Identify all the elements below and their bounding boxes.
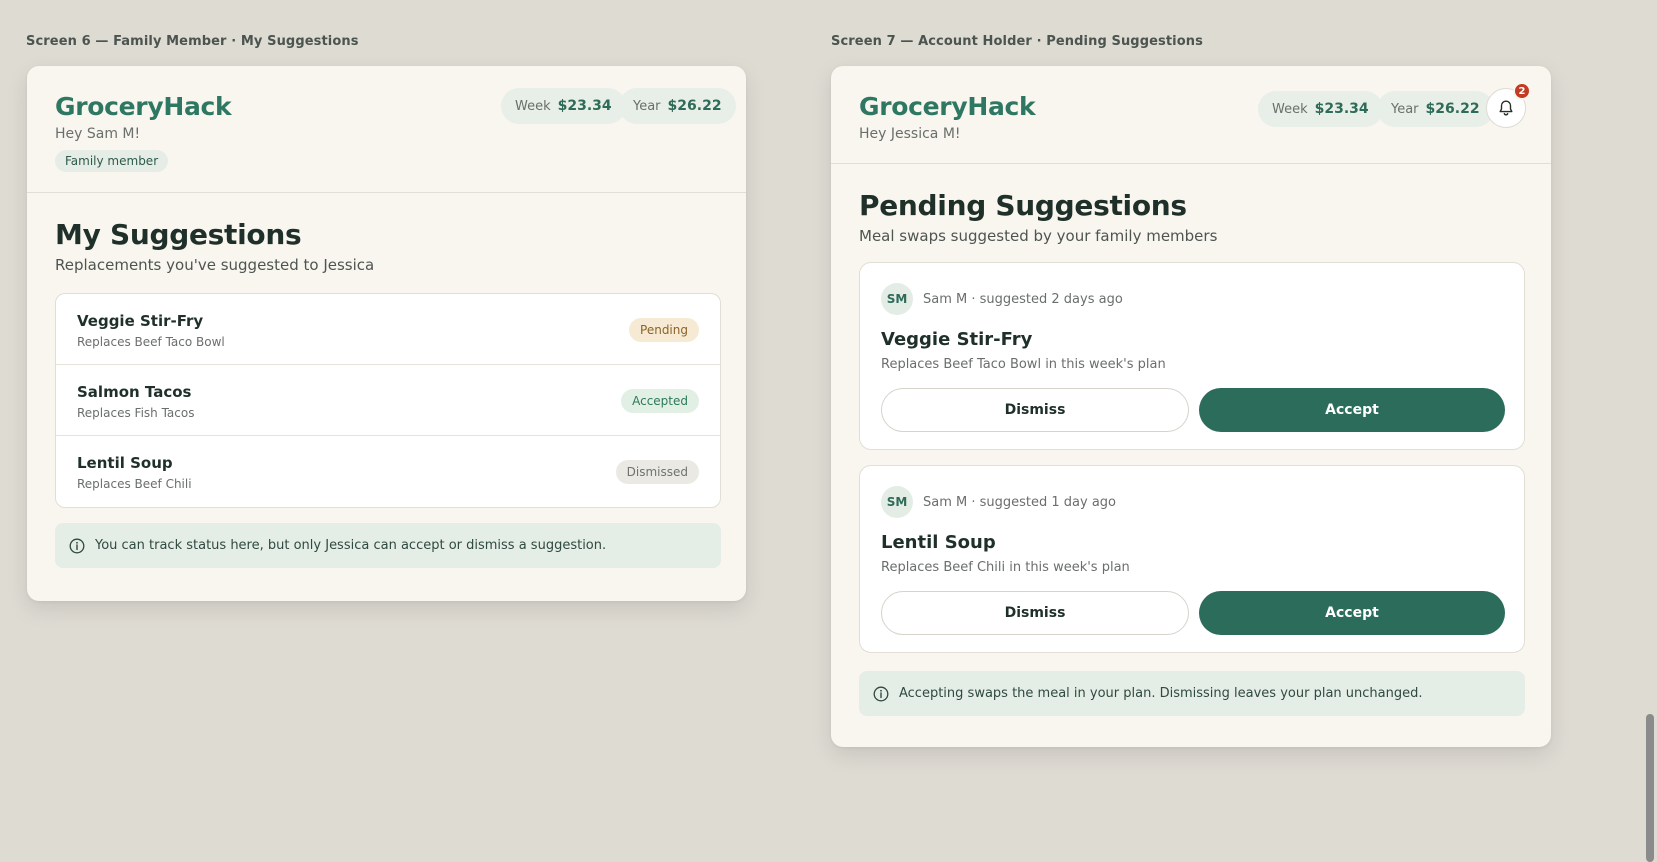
greeting: Hey Sam M! [55, 126, 141, 142]
dismiss-button[interactable]: Dismiss [881, 591, 1189, 635]
list-item: Veggie Stir-Fry Replaces Beef Taco Bowl … [56, 294, 720, 365]
year-label: Year [633, 98, 661, 114]
list-item: Salmon Tacos Replaces Fish Tacos Accepte… [56, 365, 720, 436]
suggestion-replaces: Replaces Beef Chili in this week's plan [881, 560, 1130, 575]
status-badge: Dismissed [615, 460, 699, 484]
page-subtitle: Meal swaps suggested by your family memb… [859, 227, 1218, 245]
info-circle-icon [69, 538, 85, 553]
week-value: $23.34 [557, 98, 612, 114]
suggestion-replaces: Replaces Beef Chili [77, 477, 192, 491]
screen7-label: Screen 7 — Account Holder · Pending Sugg… [831, 34, 1203, 49]
brand-logo: GroceryHack [859, 92, 1036, 121]
accept-button[interactable]: Accept [1199, 591, 1505, 635]
role-badge: Family member [55, 150, 169, 172]
screen6-label: Screen 6 — Family Member · My Suggestion… [26, 34, 359, 49]
info-banner: Accepting swaps the meal in your plan. D… [859, 671, 1525, 716]
suggestion-name: Lentil Soup [77, 454, 173, 472]
page-title: Pending Suggestions [859, 189, 1187, 222]
week-value: $23.34 [1314, 101, 1369, 117]
greeting: Hey Jessica M! [859, 126, 961, 142]
page-title: My Suggestions [55, 218, 302, 251]
suggestion-name: Veggie Stir-Fry [881, 329, 1033, 350]
app-header: GroceryHack Hey Sam M! Family member Wee… [27, 66, 746, 193]
suggestion-list: Veggie Stir-Fry Replaces Beef Taco Bowl … [55, 293, 721, 508]
scrollbar-track[interactable] [1643, 0, 1657, 862]
suggestion-name: Salmon Tacos [77, 383, 192, 401]
year-label: Year [1391, 101, 1419, 117]
accept-button[interactable]: Accept [1199, 388, 1505, 432]
bell-icon [1499, 100, 1513, 116]
week-label: Week [515, 98, 551, 114]
info-circle-icon [873, 686, 889, 701]
app-header: GroceryHack Hey Jessica M! Week $23.34 Y… [831, 66, 1551, 164]
notifications-button[interactable]: 2 [1486, 82, 1531, 128]
status-badge: Pending [629, 318, 699, 342]
suggestion-meta: Sam M · suggested 2 days ago [923, 292, 1123, 307]
status-badge: Accepted [621, 389, 699, 413]
list-item: Lentil Soup Replaces Beef Chili Dismisse… [56, 436, 720, 507]
year-savings-pill: Year $26.22 [1377, 91, 1494, 127]
week-savings-pill: Week $23.34 [501, 88, 626, 124]
week-label: Week [1272, 101, 1308, 117]
suggestion-replaces: Replaces Fish Tacos [77, 406, 195, 420]
week-savings-pill: Week $23.34 [1258, 91, 1383, 127]
suggestion-card: SM Sam M · suggested 1 day ago Lentil So… [859, 465, 1525, 653]
account-holder-card: GroceryHack Hey Jessica M! Week $23.34 Y… [831, 66, 1551, 747]
year-savings-pill: Year $26.22 [619, 88, 736, 124]
scrollbar-thumb[interactable] [1646, 714, 1654, 862]
suggestion-meta: Sam M · suggested 1 day ago [923, 495, 1117, 510]
info-banner: You can track status here, but only Jess… [55, 523, 721, 568]
avatar: SM [881, 486, 913, 518]
info-text: You can track status here, but only Jess… [95, 538, 607, 553]
suggestion-name: Lentil Soup [881, 532, 996, 553]
brand-logo: GroceryHack [55, 92, 232, 121]
suggestion-name: Veggie Stir-Fry [77, 312, 204, 330]
dismiss-button[interactable]: Dismiss [881, 388, 1189, 432]
suggestion-replaces: Replaces Beef Taco Bowl [77, 335, 225, 349]
suggestion-card: SM Sam M · suggested 2 days ago Veggie S… [859, 262, 1525, 450]
family-member-card: GroceryHack Hey Sam M! Family member Wee… [27, 66, 746, 601]
year-value: $26.22 [1425, 101, 1480, 117]
info-text: Accepting swaps the meal in your plan. D… [899, 686, 1423, 701]
avatar: SM [881, 283, 913, 315]
page-subtitle: Replacements you've suggested to Jessica [55, 256, 375, 274]
suggestion-replaces: Replaces Beef Taco Bowl in this week's p… [881, 357, 1166, 372]
notification-count-badge: 2 [1513, 82, 1531, 100]
year-value: $26.22 [667, 98, 722, 114]
